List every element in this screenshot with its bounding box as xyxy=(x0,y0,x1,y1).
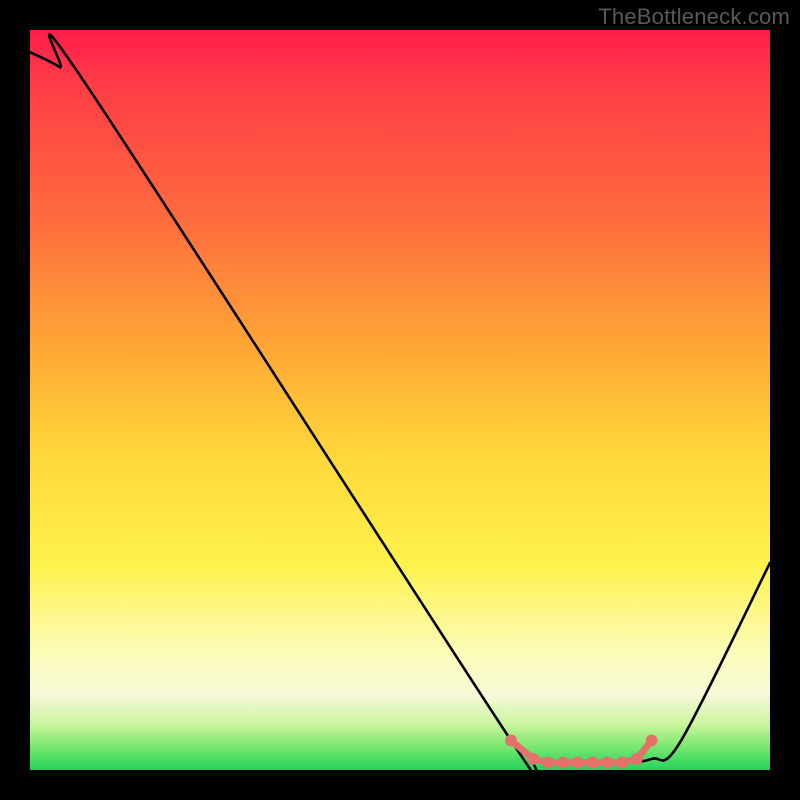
bottleneck-curve xyxy=(30,34,770,770)
curve-layer xyxy=(30,30,770,770)
chart-frame: TheBottleneck.com xyxy=(0,0,800,800)
watermark-text: TheBottleneck.com xyxy=(598,4,790,30)
plot-area xyxy=(30,30,770,770)
